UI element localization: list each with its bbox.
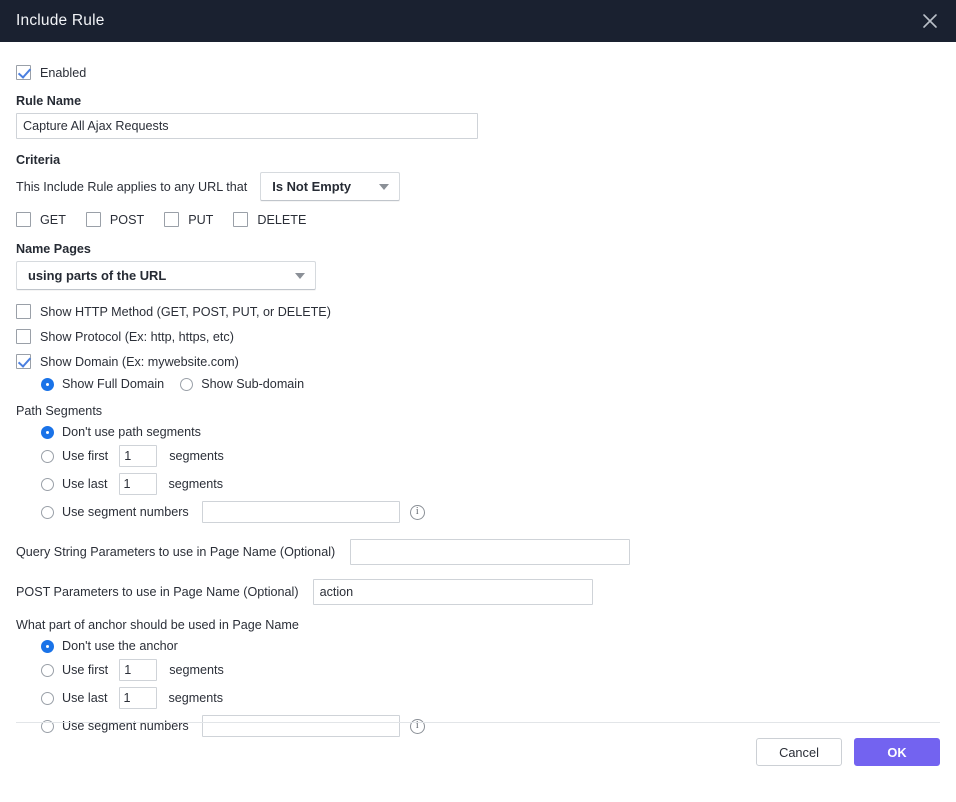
rule-name-group: Rule Name: [16, 94, 940, 139]
anchor-first-label: Use first: [62, 663, 109, 677]
criteria-group: Criteria This Include Rule applies to an…: [16, 153, 940, 227]
close-icon[interactable]: [904, 0, 956, 42]
path-seg-first-row: Use first segments: [41, 445, 940, 467]
path-seg-first-suffix: segments: [169, 449, 224, 463]
show-sub-domain-radio[interactable]: [180, 377, 194, 391]
enabled-checkbox[interactable]: [16, 65, 31, 80]
name-pages-select[interactable]: using parts of the URL: [16, 261, 316, 290]
path-seg-first-input[interactable]: [119, 445, 158, 467]
show-protocol-label: Show Protocol (Ex: http, https, etc): [40, 329, 234, 344]
anchor-last-label: Use last: [62, 691, 108, 705]
path-seg-numbers-radio[interactable]: [41, 505, 54, 519]
criteria-condition-select[interactable]: Is Not Empty: [260, 172, 401, 201]
dialog-titlebar: Include Rule: [0, 0, 956, 42]
anchor-group: What part of anchor should be used in Pa…: [16, 618, 940, 737]
chevron-down-icon: [379, 183, 390, 190]
rule-name-input[interactable]: [16, 113, 478, 139]
criteria-condition-row: This Include Rule applies to any URL tha…: [16, 172, 940, 201]
path-seg-numbers-label: Use segment numbers: [62, 505, 189, 519]
query-string-row: Query String Parameters to use in Page N…: [16, 539, 940, 565]
cancel-button[interactable]: Cancel: [756, 738, 842, 766]
anchor-first-radio[interactable]: [41, 663, 54, 677]
method-delete-checkbox[interactable]: [233, 212, 249, 227]
anchor-first-row: Use first segments: [41, 659, 940, 681]
ok-button[interactable]: OK: [854, 738, 940, 766]
path-seg-last-input[interactable]: [118, 473, 157, 495]
show-domain-label: Show Domain (Ex: mywebsite.com): [40, 354, 239, 369]
method-post-checkbox[interactable]: [85, 212, 101, 227]
anchor-last-suffix: segments: [168, 691, 224, 705]
anchor-last-radio[interactable]: [41, 691, 54, 705]
rule-name-label: Rule Name: [16, 94, 82, 108]
method-get-label: GET: [40, 212, 66, 227]
path-seg-last-row: Use last segments: [41, 473, 940, 495]
criteria-condition-value: Is Not Empty: [272, 179, 352, 194]
query-string-input[interactable]: [350, 539, 631, 565]
path-seg-last-suffix: segments: [168, 477, 224, 491]
path-seg-first-label: Use first: [62, 449, 109, 463]
show-sub-domain-label: Show Sub-domain: [201, 377, 305, 391]
anchor-numbers-input[interactable]: [201, 715, 400, 737]
name-pages-value: using parts of the URL: [28, 268, 167, 283]
show-http-method-row: Show HTTP Method (GET, POST, PUT, or DEL…: [16, 304, 940, 319]
name-pages-label: Name Pages: [16, 242, 91, 256]
name-pages-group: Name Pages using parts of the URL Show H…: [16, 242, 940, 391]
criteria-label: Criteria: [16, 153, 61, 167]
anchor-first-input[interactable]: [119, 659, 158, 681]
anchor-none-radio[interactable]: [41, 639, 54, 653]
post-params-row: POST Parameters to use in Page Name (Opt…: [16, 579, 940, 605]
path-seg-numbers-input[interactable]: [201, 501, 400, 523]
path-seg-none-radio[interactable]: [41, 425, 54, 439]
method-put-checkbox[interactable]: [164, 212, 180, 227]
anchor-first-suffix: segments: [169, 663, 224, 677]
path-seg-numbers-row: Use segment numbers i: [41, 501, 940, 523]
footer-divider: [16, 722, 940, 723]
show-full-domain-label: Show Full Domain: [62, 377, 165, 391]
show-protocol-checkbox[interactable]: [16, 329, 31, 344]
method-post-label: POST: [109, 212, 145, 227]
enabled-row: Enabled: [16, 65, 940, 80]
anchor-label: What part of anchor should be used in Pa…: [16, 618, 299, 632]
query-string-label: Query String Parameters to use in Page N…: [16, 545, 336, 559]
anchor-none-row: Don't use the anchor: [41, 639, 940, 653]
enabled-label: Enabled: [40, 65, 87, 80]
method-get-checkbox[interactable]: [16, 212, 31, 227]
path-seg-none-row: Don't use path segments: [41, 425, 940, 439]
post-params-input[interactable]: [312, 579, 593, 605]
show-domain-row: Show Domain (Ex: mywebsite.com): [16, 354, 940, 369]
dialog-title: Include Rule: [16, 12, 105, 29]
chevron-down-icon: [295, 272, 305, 279]
path-seg-first-radio[interactable]: [41, 449, 54, 463]
anchor-none-label: Don't use the anchor: [62, 639, 178, 653]
method-delete-label: DELETE: [257, 212, 307, 227]
show-domain-checkbox[interactable]: [16, 354, 31, 369]
anchor-numbers-row: Use segment numbers i: [41, 715, 940, 737]
anchor-last-input[interactable]: [118, 687, 157, 709]
post-params-label: POST Parameters to use in Page Name (Opt…: [16, 585, 299, 599]
http-methods-row: GET POST PUT DELETE: [16, 212, 940, 227]
path-seg-none-label: Don't use path segments: [62, 425, 201, 439]
method-put-label: PUT: [188, 212, 214, 227]
path-segments-group: Path Segments Don't use path segments Us…: [16, 404, 940, 523]
anchor-last-row: Use last segments: [41, 687, 940, 709]
dialog-footer: Cancel OK: [756, 738, 940, 766]
info-icon[interactable]: i: [409, 718, 425, 734]
show-http-method-checkbox[interactable]: [16, 304, 31, 319]
dialog-body: Enabled Rule Name Criteria This Include …: [0, 42, 956, 777]
path-segments-label: Path Segments: [16, 404, 103, 418]
show-full-domain-radio[interactable]: [41, 377, 54, 391]
show-protocol-row: Show Protocol (Ex: http, https, etc): [16, 329, 940, 344]
show-http-method-label: Show HTTP Method (GET, POST, PUT, or DEL…: [40, 304, 331, 319]
criteria-description: This Include Rule applies to any URL tha…: [16, 179, 248, 194]
info-icon[interactable]: i: [409, 504, 425, 520]
path-seg-last-label: Use last: [62, 477, 108, 491]
domain-scope-radios: Show Full Domain Show Sub-domain: [41, 377, 940, 391]
path-seg-last-radio[interactable]: [41, 477, 54, 491]
